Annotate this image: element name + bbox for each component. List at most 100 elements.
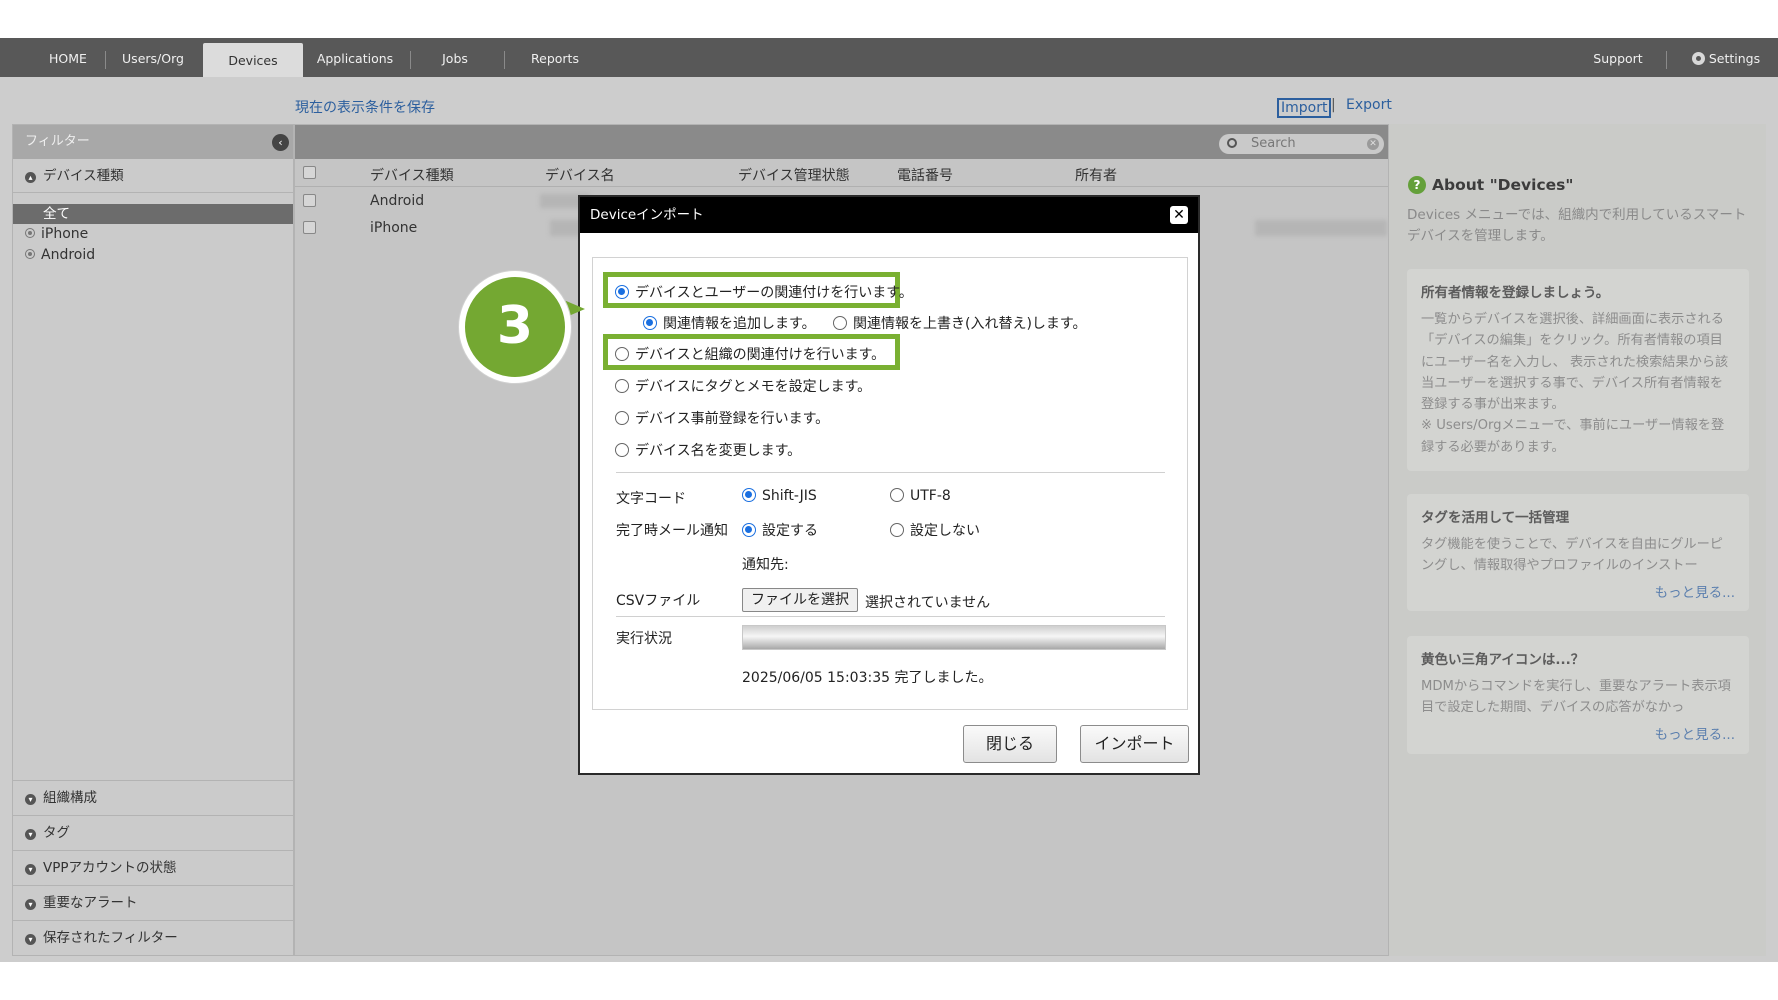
notify-to-label: 通知先: bbox=[742, 557, 789, 573]
filter-title: フィルター bbox=[25, 134, 90, 149]
row-checkbox[interactable] bbox=[303, 194, 316, 207]
chevron-down-icon: ▾ bbox=[25, 899, 36, 910]
nav-divider bbox=[410, 51, 411, 69]
radio-selected[interactable] bbox=[742, 488, 756, 502]
gear-icon bbox=[1691, 52, 1705, 65]
charset-utf8[interactable]: UTF-8 bbox=[890, 488, 951, 504]
bullet-icon bbox=[25, 249, 35, 259]
divider bbox=[616, 616, 1165, 617]
row-checkbox[interactable] bbox=[303, 221, 316, 234]
top-nav: HOME Users/Org Devices Applications Jobs… bbox=[0, 38, 1778, 78]
tab-jobs[interactable]: Jobs bbox=[425, 38, 485, 77]
option-rename[interactable]: デバイス名を変更します。 bbox=[615, 440, 801, 460]
settings-link[interactable]: Settings bbox=[1680, 38, 1772, 77]
tab-devices[interactable]: Devices bbox=[203, 43, 303, 78]
about-title-text: About "Devices" bbox=[1432, 176, 1574, 194]
tab-home[interactable]: HOME bbox=[28, 38, 108, 77]
table-header: デバイス種類 デバイス名 デバイス管理状態 電話番号 所有者 bbox=[295, 159, 1388, 187]
column-header[interactable]: 所有者 bbox=[1075, 165, 1117, 185]
option-org-link[interactable]: デバイスと組織の関連付けを行います。 bbox=[615, 344, 885, 364]
close-icon[interactable]: ✕ bbox=[1170, 206, 1188, 224]
filter-item-android[interactable]: Android bbox=[25, 247, 95, 263]
mail-notify-on[interactable]: 設定する bbox=[742, 520, 818, 540]
radio-unselected[interactable] bbox=[833, 316, 847, 330]
import-form: デバイスとユーザーの関連付けを行います。 関連情報を追加します。 関連情報を上書… bbox=[592, 257, 1188, 710]
charset-shift-jis[interactable]: Shift-JIS bbox=[742, 488, 817, 504]
option-label: デバイス事前登録を行います。 bbox=[635, 411, 830, 427]
collapse-icon[interactable]: ‹ bbox=[272, 134, 289, 151]
select-all-checkbox[interactable] bbox=[303, 166, 316, 179]
chevron-down-icon: ▾ bbox=[25, 864, 36, 875]
nav-divider bbox=[504, 51, 505, 69]
clear-icon[interactable]: ✕ bbox=[1367, 138, 1379, 150]
section-tags[interactable]: ▾ タグ bbox=[13, 815, 293, 850]
radio-selected[interactable] bbox=[742, 523, 756, 537]
mail-notify-label: 完了時メール通知 bbox=[616, 523, 728, 539]
support-link[interactable]: Support bbox=[1583, 38, 1653, 77]
csv-file-label: CSVファイル bbox=[616, 593, 701, 609]
option-overwrite-info[interactable]: 関連情報を上書き(入れ替え)します。 bbox=[833, 313, 1087, 333]
option-add-info[interactable]: 関連情報を追加します。 bbox=[643, 313, 816, 333]
device-type-cell: iPhone bbox=[370, 220, 418, 236]
section-saved-filters[interactable]: ▾ 保存されたフィルター bbox=[13, 920, 293, 955]
option-pre-register[interactable]: デバイス事前登録を行います。 bbox=[615, 408, 829, 428]
radio-unselected[interactable] bbox=[615, 411, 629, 425]
column-header[interactable]: デバイス種類 bbox=[370, 165, 454, 185]
save-view-link[interactable]: 現在の表示条件を保存 bbox=[295, 97, 435, 117]
column-header[interactable]: デバイス管理状態 bbox=[738, 165, 850, 185]
tip-card: 所有者情報を登録しましょう。 一覧からデバイスを選択後、詳細画面に表示される「デ… bbox=[1407, 269, 1749, 471]
option-label: UTF-8 bbox=[910, 488, 951, 504]
radio-unselected[interactable] bbox=[615, 379, 629, 393]
search-input[interactable]: Search ✕ bbox=[1219, 134, 1384, 154]
mail-notify-off[interactable]: 設定しない bbox=[890, 520, 980, 540]
divider bbox=[616, 472, 1165, 473]
charset-label: 文字コード bbox=[616, 491, 686, 507]
question-icon: ? bbox=[1408, 176, 1426, 194]
info-panel: ? About "Devices" Devices メニューでは、組織内で利用して… bbox=[1389, 124, 1766, 956]
section-vpp-status[interactable]: ▾ VPPアカウントの状態 bbox=[13, 850, 293, 885]
bullet-icon bbox=[25, 228, 35, 238]
section-label: 重要なアラート bbox=[43, 895, 138, 911]
more-link[interactable]: もっと見る... bbox=[1421, 723, 1735, 743]
step-number-badge: 3 bbox=[459, 271, 571, 383]
radio-unselected[interactable] bbox=[890, 523, 904, 537]
chevron-up-icon: ▴ bbox=[25, 172, 36, 183]
more-link[interactable]: もっと見る... bbox=[1421, 581, 1735, 601]
option-label: デバイスとユーザーの関連付けを行います。 bbox=[635, 285, 913, 301]
filter-item-all[interactable]: 全て bbox=[13, 204, 293, 224]
option-user-link[interactable]: デバイスとユーザーの関連付けを行います。 bbox=[615, 282, 913, 302]
import-button[interactable]: インポート bbox=[1080, 725, 1189, 763]
tab-users-org[interactable]: Users/Org bbox=[108, 38, 198, 77]
progress-bar bbox=[742, 625, 1166, 650]
option-tag-memo[interactable]: デバイスにタグとメモを設定します。 bbox=[615, 376, 871, 396]
tip-card: タグを活用して一括管理 タグ機能を使うことで、デバイスを自由にグルーピングし、情… bbox=[1407, 494, 1749, 611]
chevron-down-icon: ▾ bbox=[25, 794, 36, 805]
filter-header: フィルター ‹ bbox=[13, 125, 293, 159]
device-type-section[interactable]: ▴ デバイス種類 bbox=[13, 159, 293, 193]
radio-unselected[interactable] bbox=[615, 347, 629, 361]
export-link[interactable]: Export bbox=[1346, 97, 1392, 113]
filter-item-iphone[interactable]: iPhone bbox=[25, 226, 88, 242]
section-org-structure[interactable]: ▾ 組織構成 bbox=[13, 780, 293, 815]
tip-card: 黄色い三角アイコンは...？ MDMからコマンドを実行し、重要なアラート表示項目… bbox=[1407, 636, 1749, 754]
tip-card-title: 黄色い三角アイコンは...？ bbox=[1421, 652, 1585, 668]
choose-file-button[interactable]: ファイルを選択 bbox=[742, 588, 858, 612]
search-icon bbox=[1227, 138, 1237, 148]
radio-unselected[interactable] bbox=[890, 488, 904, 502]
option-label: デバイスにタグとメモを設定します。 bbox=[635, 379, 872, 395]
radio-selected[interactable] bbox=[643, 316, 657, 330]
option-label: Shift-JIS bbox=[762, 488, 817, 504]
settings-label: Settings bbox=[1708, 51, 1761, 66]
section-critical-alerts[interactable]: ▾ 重要なアラート bbox=[13, 885, 293, 920]
tab-applications[interactable]: Applications bbox=[310, 38, 400, 77]
option-label: 関連情報を上書き(入れ替え)します。 bbox=[853, 316, 1087, 332]
import-link[interactable]: Import bbox=[1277, 98, 1332, 118]
tab-reports[interactable]: Reports bbox=[520, 38, 590, 77]
tip-card-body: 一覧からデバイスを選択後、詳細画面に表示される「デバイスの編集」をクリック。所有… bbox=[1421, 312, 1729, 455]
radio-selected[interactable] bbox=[615, 285, 629, 299]
close-button[interactable]: 閉じる bbox=[963, 725, 1057, 763]
column-header[interactable]: 電話番号 bbox=[897, 165, 953, 185]
radio-unselected[interactable] bbox=[615, 443, 629, 457]
filter-item-label: Android bbox=[41, 247, 96, 263]
column-header[interactable]: デバイス名 bbox=[545, 165, 615, 185]
